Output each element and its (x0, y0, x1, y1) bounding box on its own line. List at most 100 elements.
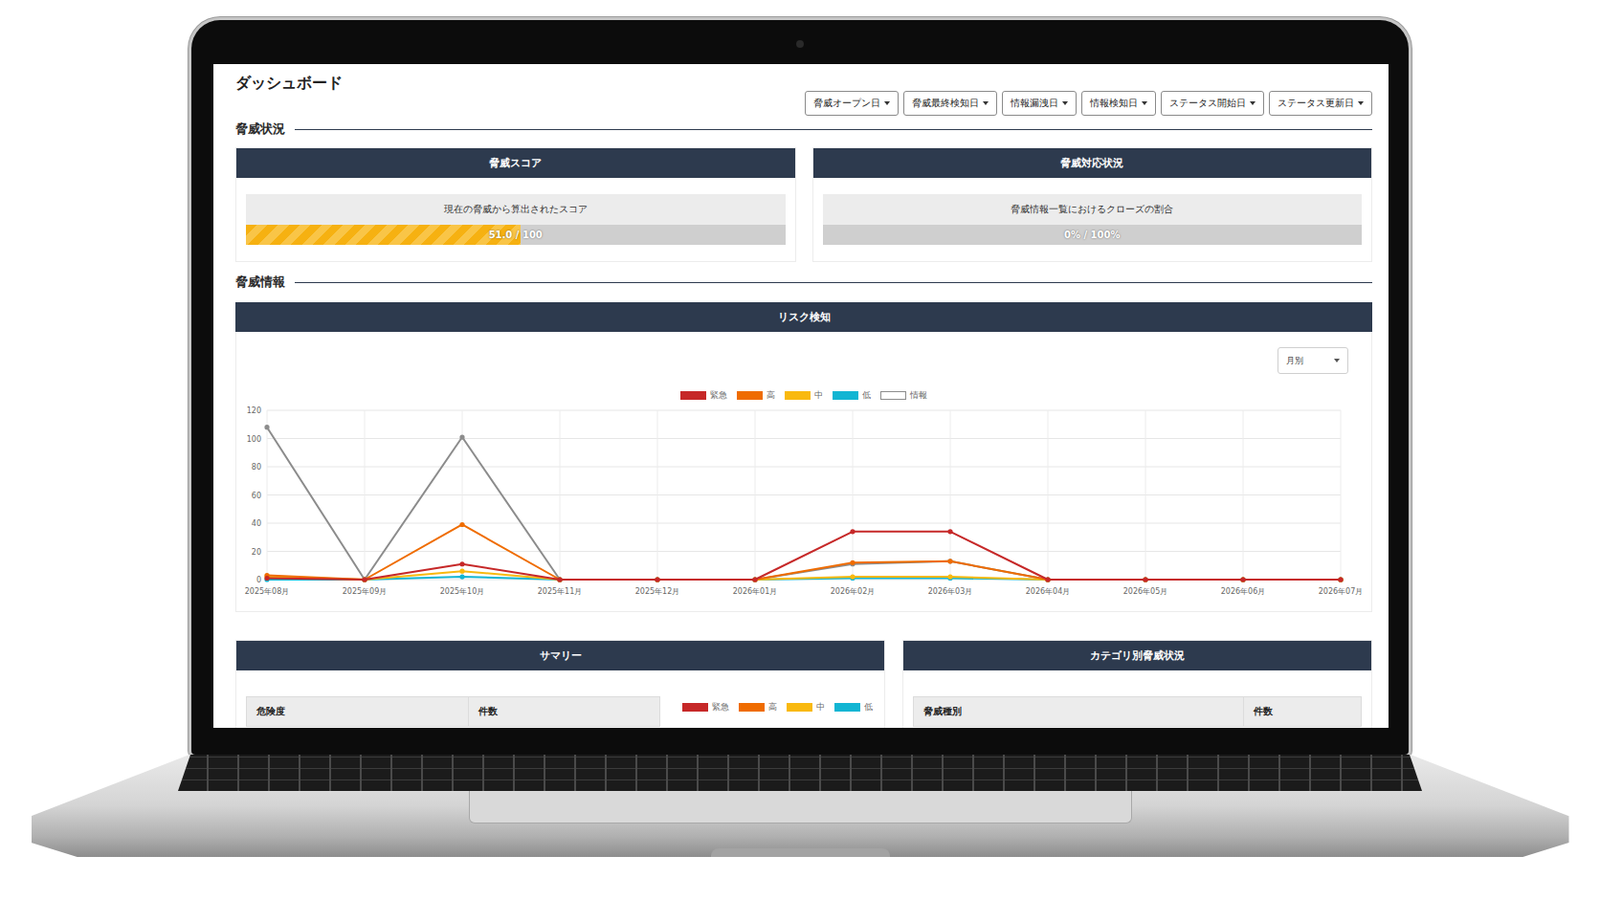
period-row: 月別 (236, 347, 1372, 375)
data-point[interactable] (947, 529, 953, 534)
filter-button[interactable]: 脅威オープン日 (804, 90, 899, 116)
data-point[interactable] (1337, 577, 1343, 582)
filter-label: 情報検知日 (1089, 97, 1138, 111)
data-point[interactable] (849, 560, 855, 566)
data-point[interactable] (654, 577, 660, 582)
data-point[interactable] (1142, 577, 1148, 582)
section-rule (294, 282, 1373, 284)
data-point[interactable] (1142, 577, 1148, 582)
legend-item[interactable]: 高 (736, 389, 776, 401)
data-point[interactable] (752, 577, 757, 582)
data-point[interactable] (1240, 577, 1245, 582)
data-point[interactable] (1240, 577, 1245, 582)
card-header: 脅威スコア (236, 148, 796, 178)
gauge: 現在の脅威から算出されたスコア 51.0 / 100 (245, 194, 786, 245)
legend-item[interactable]: 中 (784, 389, 823, 401)
data-point[interactable] (1240, 577, 1245, 582)
data-point[interactable] (459, 561, 465, 567)
legend-item[interactable]: 緊急 (680, 389, 728, 401)
data-point[interactable] (1337, 577, 1343, 582)
legend-item[interactable]: 低 (832, 389, 871, 401)
data-point[interactable] (752, 577, 757, 582)
filter-button[interactable]: 脅威最終検知日 (903, 90, 998, 116)
data-point[interactable] (654, 577, 660, 582)
summary-table: 危険度件数 (245, 696, 661, 728)
data-point[interactable] (459, 574, 465, 579)
filter-label: 脅威オープン日 (813, 97, 881, 111)
x-tick: 2026年02月 (830, 587, 876, 597)
caret-icon (884, 101, 890, 106)
legend-item[interactable]: 情報 (880, 389, 928, 401)
grid-line (266, 523, 1341, 525)
data-point[interactable] (1044, 577, 1050, 582)
data-point[interactable] (752, 577, 757, 582)
data-point[interactable] (1044, 577, 1050, 582)
data-point[interactable] (849, 574, 855, 579)
data-point[interactable] (1142, 577, 1148, 582)
data-point[interactable] (654, 577, 660, 582)
legend-item[interactable]: 中 (786, 701, 825, 713)
data-point[interactable] (1044, 577, 1050, 582)
data-point[interactable] (264, 424, 269, 430)
section-title: 脅威情報 (235, 274, 1373, 290)
x-tick: 2025年12月 (635, 587, 681, 597)
data-point[interactable] (947, 558, 953, 564)
legend-item[interactable]: 緊急 (682, 701, 730, 713)
data-point[interactable] (361, 577, 367, 582)
legend-label: 中 (816, 701, 825, 713)
data-point[interactable] (1044, 577, 1050, 582)
data-point[interactable] (654, 577, 660, 582)
line-chart: 0204060801001202025年08月2025年09月2025年10月2… (236, 400, 1372, 602)
series-path (266, 524, 1341, 580)
data-point[interactable] (459, 569, 465, 575)
filter-button[interactable]: 情報漏洩日 (1001, 90, 1077, 116)
data-point[interactable] (1337, 577, 1343, 582)
data-point[interactable] (556, 577, 562, 582)
legend-swatch (682, 703, 709, 712)
filter-button[interactable]: ステータス更新日 (1268, 90, 1373, 116)
series-line (264, 522, 1343, 583)
y-tick: 80 (251, 463, 262, 472)
filter-button[interactable]: 情報検知日 (1081, 90, 1156, 116)
grid-line (266, 466, 1341, 468)
data-point[interactable] (556, 577, 562, 582)
data-point[interactable] (1044, 577, 1050, 582)
data-point[interactable] (556, 577, 562, 582)
data-point[interactable] (849, 529, 855, 534)
data-point[interactable] (361, 577, 367, 582)
legend-item[interactable]: 低 (834, 701, 873, 713)
data-point[interactable] (361, 577, 367, 582)
column-header: 危険度 (246, 697, 469, 727)
data-point[interactable] (947, 574, 953, 579)
caret-icon (1062, 101, 1068, 106)
data-point[interactable] (1142, 577, 1148, 582)
data-point[interactable] (459, 434, 465, 440)
filter-button[interactable]: ステータス開始日 (1160, 90, 1265, 116)
laptop-base (31, 755, 1570, 858)
data-point[interactable] (1142, 577, 1148, 582)
data-point[interactable] (1337, 577, 1343, 582)
gauge-track: 0% / 100% (822, 224, 1363, 245)
data-point[interactable] (361, 577, 367, 582)
category-table: 脅威種別件数 (912, 696, 1362, 728)
legend-label: 低 (862, 389, 871, 401)
data-point[interactable] (1337, 577, 1343, 582)
data-point[interactable] (361, 577, 367, 582)
grid-line (559, 410, 561, 580)
laptop-mockup: ダッシュボード 脅威オープン日 脅威最終検知日 情報漏洩日 情報検知日 ステータ… (0, 0, 1600, 900)
data-point[interactable] (752, 577, 757, 582)
gauge-reading: 0% / 100% (822, 224, 1363, 245)
data-point[interactable] (459, 522, 465, 528)
legend-item[interactable]: 高 (738, 701, 778, 713)
data-point[interactable] (1240, 577, 1245, 582)
data-point[interactable] (947, 558, 953, 564)
data-point[interactable] (752, 577, 757, 582)
period-select[interactable]: 月別 (1277, 347, 1349, 375)
data-point[interactable] (556, 577, 562, 582)
legend-label: 低 (864, 701, 873, 713)
data-point[interactable] (1240, 577, 1245, 582)
data-point[interactable] (264, 576, 269, 581)
data-point[interactable] (556, 577, 562, 582)
y-tick: 40 (251, 519, 262, 529)
data-point[interactable] (654, 577, 660, 582)
